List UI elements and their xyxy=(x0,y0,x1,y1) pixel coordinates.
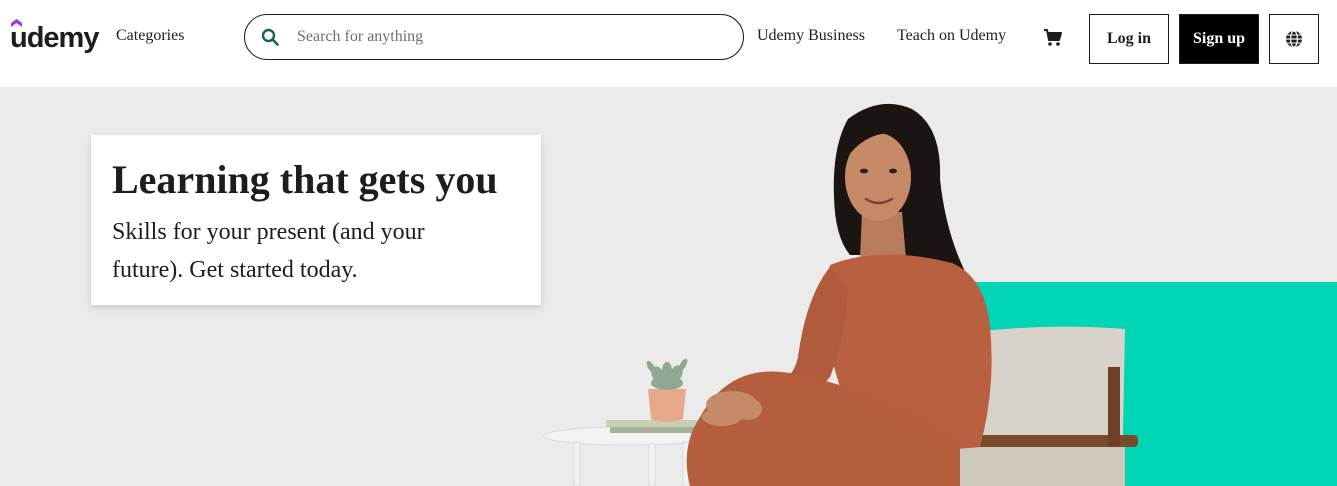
eye xyxy=(889,168,897,174)
search-icon[interactable] xyxy=(261,28,279,46)
hero-card: Learning that gets you Skills for your p… xyxy=(91,135,541,305)
book xyxy=(610,427,702,433)
categories-menu[interactable]: Categories xyxy=(116,27,184,45)
udemy-business-link[interactable]: Udemy Business xyxy=(757,27,865,45)
search-input[interactable] xyxy=(297,23,727,51)
login-button[interactable]: Log in xyxy=(1089,14,1169,64)
chair-seat-cushion xyxy=(935,447,1125,486)
cart-icon[interactable] xyxy=(1043,28,1063,48)
plant-pot xyxy=(648,389,686,422)
hero-title: Learning that gets you xyxy=(112,157,498,202)
book xyxy=(606,420,702,427)
globe-icon xyxy=(1286,30,1302,48)
udemy-logo[interactable]: udemy xyxy=(10,18,100,58)
search-bar xyxy=(244,14,744,60)
top-header: udemy Categories Udemy Business Teach on… xyxy=(0,0,1337,79)
teach-on-udemy-link[interactable]: Teach on Udemy xyxy=(897,27,1006,45)
side-table-leg xyxy=(648,443,656,486)
succulent xyxy=(646,358,688,390)
eye xyxy=(860,168,868,174)
signup-button[interactable]: Sign up xyxy=(1179,14,1259,64)
hero-subtitle: Skills for your present (and your future… xyxy=(112,219,425,283)
hero-banner: Learning that gets you Skills for your p… xyxy=(0,87,1337,486)
language-button[interactable] xyxy=(1269,14,1319,64)
side-table-leg xyxy=(573,441,581,486)
logo-text: udemy xyxy=(10,22,99,54)
